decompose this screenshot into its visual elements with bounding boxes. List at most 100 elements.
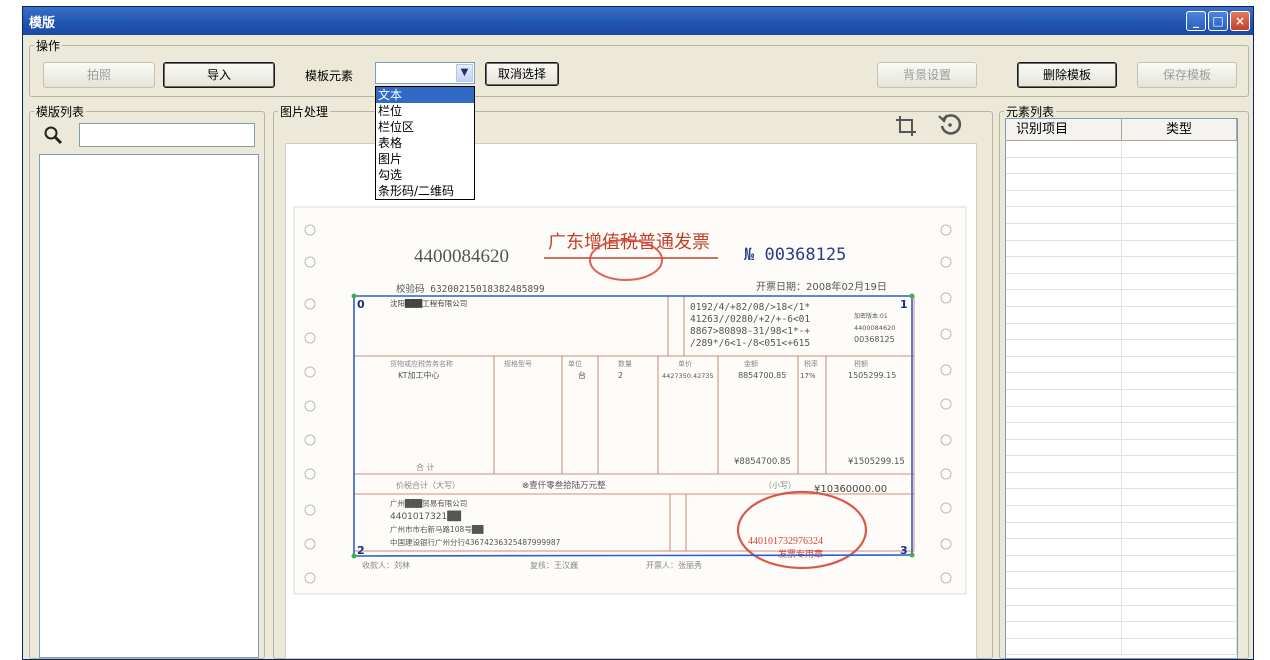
table-row[interactable] <box>1006 273 1237 291</box>
option-checkbox[interactable]: 勾选 <box>376 167 474 183</box>
table-cell <box>1006 306 1123 323</box>
close-button[interactable]: × <box>1230 11 1250 31</box>
table-row[interactable] <box>1006 389 1237 407</box>
table-cell <box>1122 456 1237 472</box>
table-cell <box>1122 605 1237 622</box>
table-cell <box>1006 340 1123 356</box>
table-cell <box>1122 472 1237 489</box>
crop-icon[interactable] <box>893 113 919 139</box>
element-table[interactable]: 识别项目 类型 <box>1005 118 1238 659</box>
background-settings-button[interactable]: 背景设置 <box>877 62 977 88</box>
table-row[interactable] <box>1006 506 1237 523</box>
template-search-input[interactable] <box>79 123 255 147</box>
table-row[interactable] <box>1006 456 1237 473</box>
template-list[interactable] <box>39 154 259 658</box>
search-icon[interactable] <box>43 125 63 145</box>
save-template-button[interactable]: 保存模板 <box>1137 62 1237 88</box>
table-row[interactable] <box>1006 174 1237 191</box>
delete-template-button[interactable]: 删除模板 <box>1017 62 1117 88</box>
column-recognition-item[interactable]: 识别项目 <box>1006 119 1123 140</box>
column-type[interactable]: 类型 <box>1122 119 1237 140</box>
table-cell <box>1006 373 1123 389</box>
table-cell <box>1122 323 1237 340</box>
invoice-title: 广东增值税普通发票 <box>548 232 710 253</box>
cancel-selection-button[interactable]: 取消选择 <box>485 62 559 86</box>
header-qty: 数量 <box>618 359 632 368</box>
option-text[interactable]: 文本 <box>376 87 474 103</box>
table-cell <box>1006 489 1123 506</box>
table-row[interactable] <box>1006 356 1237 374</box>
table-cell <box>1122 290 1237 306</box>
table-row[interactable] <box>1006 157 1237 175</box>
table-cell <box>1006 589 1123 605</box>
table-row[interactable] <box>1006 207 1237 224</box>
header-goods: 货物或应税劳务名称 <box>390 359 453 368</box>
option-image[interactable]: 图片 <box>376 151 474 167</box>
table-cell <box>1006 323 1123 340</box>
table-row[interactable] <box>1006 323 1237 341</box>
total-tax: ¥1505299.15 <box>848 457 905 467</box>
table-row[interactable] <box>1006 539 1237 556</box>
capture-button[interactable]: 拍照 <box>43 62 155 88</box>
table-row[interactable] <box>1006 472 1237 490</box>
cipher-line-1: 0192/4/+82/08/>18</1* <box>690 302 810 313</box>
option-field[interactable]: 栏位 <box>376 103 474 119</box>
table-cell <box>1006 207 1123 223</box>
seller-tax-id: 4401017321██ <box>390 510 462 522</box>
table-row[interactable] <box>1006 589 1237 606</box>
rotate-icon[interactable] <box>937 111 963 137</box>
table-row[interactable] <box>1006 240 1237 258</box>
table-row[interactable] <box>1006 373 1237 390</box>
table-cell <box>1006 240 1123 257</box>
total-amount: ¥8854700.85 <box>734 457 791 467</box>
invoice-check-code: 校验码 63200215018382485899 <box>396 283 545 295</box>
import-button[interactable]: 导入 <box>163 62 275 88</box>
table-cell <box>1006 506 1123 522</box>
drawer-label: 开票人：张丽秀 <box>646 560 702 570</box>
table-row[interactable] <box>1006 141 1237 158</box>
chevron-down-icon[interactable]: ▼ <box>456 64 473 82</box>
table-row[interactable] <box>1006 622 1237 639</box>
item-qty: 2 <box>618 371 623 380</box>
image-canvas[interactable]: 4400084620 广东增值税普通发票 № 00368125 校验码 6320… <box>285 143 977 659</box>
table-cell <box>1122 257 1237 273</box>
template-element-select[interactable]: ▼ <box>375 62 475 84</box>
table-cell <box>1006 356 1123 373</box>
table-row[interactable] <box>1006 439 1237 457</box>
table-row[interactable] <box>1006 223 1237 241</box>
item-amount: 8854700.85 <box>738 371 786 380</box>
table-row[interactable] <box>1006 605 1237 623</box>
table-row[interactable] <box>1006 190 1237 208</box>
table-row[interactable] <box>1006 340 1237 357</box>
table-row[interactable] <box>1006 489 1237 507</box>
table-row[interactable] <box>1006 290 1237 307</box>
option-table[interactable]: 表格 <box>376 135 474 151</box>
table-row[interactable] <box>1006 423 1237 440</box>
table-row[interactable] <box>1006 306 1237 324</box>
table-row[interactable] <box>1006 555 1237 573</box>
table-cell <box>1006 190 1123 207</box>
option-barcode-qrcode[interactable]: 条形码/二维码 <box>376 183 474 199</box>
table-row[interactable] <box>1006 406 1237 424</box>
table-row[interactable] <box>1006 522 1237 540</box>
table-cell <box>1122 439 1237 456</box>
table-row[interactable] <box>1006 638 1237 656</box>
table-cell <box>1122 506 1237 522</box>
table-cell <box>1006 157 1123 174</box>
item-rate: 17% <box>800 372 816 380</box>
maximize-button[interactable]: □ <box>1208 11 1228 31</box>
table-cell <box>1006 539 1123 555</box>
table-cell <box>1006 522 1123 539</box>
stamp-caption: 发票专用章 <box>778 548 823 560</box>
table-cell <box>1006 439 1123 456</box>
table-row[interactable] <box>1006 257 1237 274</box>
table-cell <box>1006 223 1123 240</box>
table-cell <box>1122 141 1237 157</box>
stamp-number: 440101732976324 <box>748 536 823 547</box>
table-row[interactable] <box>1006 572 1237 590</box>
table-cell <box>1006 174 1123 190</box>
table-cell <box>1122 207 1237 223</box>
minimize-button[interactable]: _ <box>1186 11 1206 31</box>
option-field-area[interactable]: 栏位区 <box>376 119 474 135</box>
item-price: 4427350.42735 <box>662 372 714 380</box>
